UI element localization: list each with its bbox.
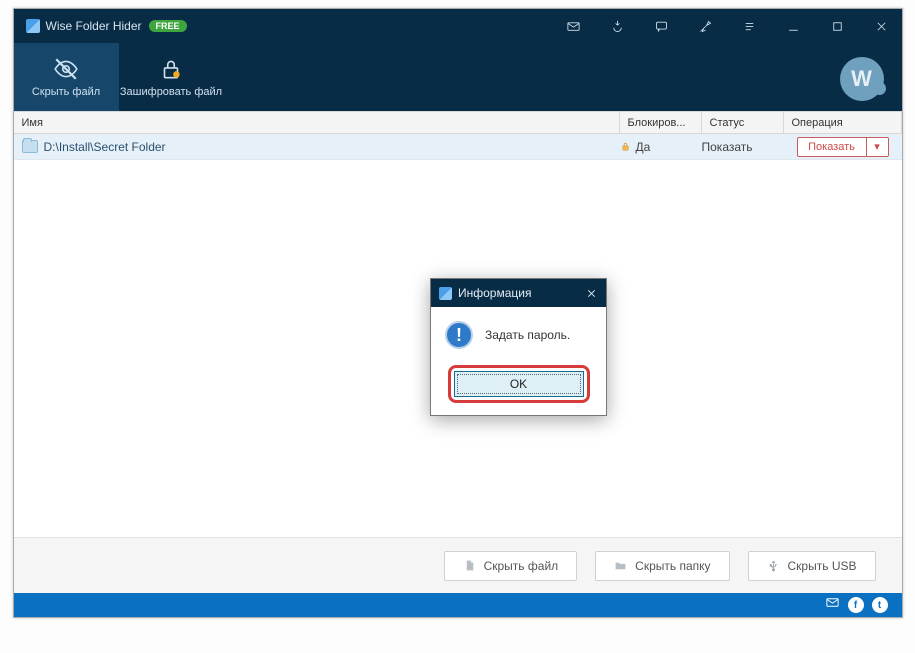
ok-highlight: OK	[448, 365, 590, 403]
col-operation[interactable]: Операция	[784, 112, 902, 133]
info-icon: !	[445, 321, 473, 349]
row-lock-cell: Да	[620, 140, 702, 154]
tab-hide-file-label: Скрыть файл	[32, 86, 100, 98]
dialog-title: Информация	[458, 286, 531, 300]
dialog-footer: OK	[431, 357, 606, 415]
facebook-icon[interactable]: f	[848, 597, 864, 613]
mail-icon[interactable]	[564, 16, 584, 36]
main-toolbar: Скрыть файл Зашифровать файл W	[14, 43, 902, 111]
hide-folder-button[interactable]: Скрыть папку	[595, 551, 729, 581]
ok-button[interactable]: OK	[454, 371, 584, 397]
row-path-cell: D:\Install\Secret Folder	[14, 140, 620, 154]
hide-usb-button[interactable]: Скрыть USB	[748, 551, 876, 581]
dialog-body: ! Задать пароль.	[431, 307, 606, 357]
menu-icon[interactable]	[740, 16, 760, 36]
maximize-button[interactable]	[828, 16, 848, 36]
footer-actions: Скрыть файл Скрыть папку Скрыть USB	[14, 537, 902, 593]
info-dialog: Информация ! Задать пароль. OK	[430, 278, 607, 416]
lock-small-icon	[620, 141, 631, 152]
brand-logo: W	[840, 57, 884, 101]
close-button[interactable]	[872, 16, 892, 36]
tab-encrypt-file[interactable]: Зашифровать файл	[119, 43, 224, 111]
row-status: Показать	[702, 140, 784, 154]
hide-file-label: Скрыть файл	[484, 559, 559, 573]
tab-hide-file[interactable]: Скрыть файл	[14, 43, 119, 111]
table-header: Имя Блокиров... Статус Операция	[14, 111, 902, 134]
dialog-message: Задать пароль.	[485, 328, 570, 342]
hide-usb-label: Скрыть USB	[788, 559, 857, 573]
app-title: Wise Folder Hider	[46, 19, 142, 33]
tab-encrypt-file-label: Зашифровать файл	[120, 86, 222, 98]
col-status[interactable]: Статус	[702, 112, 784, 133]
row-operation-dropdown[interactable]: ▾	[867, 137, 889, 157]
twitter-icon[interactable]: t	[872, 597, 888, 613]
row-operation-button[interactable]: Показать	[797, 137, 867, 157]
folder-icon	[22, 140, 38, 153]
settings-icon[interactable]	[696, 16, 716, 36]
file-icon	[463, 559, 476, 572]
row-operation-cell: Показать ▾	[784, 137, 902, 157]
folder-action-icon	[614, 559, 627, 572]
row-path: D:\Install\Secret Folder	[44, 140, 166, 154]
row-lock: Да	[636, 140, 651, 154]
hide-file-button[interactable]: Скрыть файл	[444, 551, 578, 581]
dialog-titlebar: Информация	[431, 279, 606, 307]
update-icon[interactable]	[608, 16, 628, 36]
eye-slash-icon	[53, 56, 79, 82]
feedback-icon[interactable]	[652, 16, 672, 36]
usb-icon	[767, 559, 780, 572]
dialog-close-button[interactable]	[576, 279, 606, 307]
newsletter-icon[interactable]	[825, 595, 840, 615]
app-icon	[26, 19, 40, 33]
minimize-button[interactable]	[784, 16, 804, 36]
system-icons	[564, 16, 902, 36]
col-name[interactable]: Имя	[14, 112, 620, 133]
dialog-app-icon	[439, 287, 452, 300]
bottom-bar: f t	[14, 593, 902, 617]
free-badge: FREE	[149, 20, 187, 32]
col-lock[interactable]: Блокиров...	[620, 112, 702, 133]
table-row[interactable]: D:\Install\Secret Folder Да Показать Пок…	[14, 134, 902, 160]
titlebar: Wise Folder Hider FREE	[14, 9, 902, 43]
lock-icon	[158, 56, 184, 82]
hide-folder-label: Скрыть папку	[635, 559, 710, 573]
